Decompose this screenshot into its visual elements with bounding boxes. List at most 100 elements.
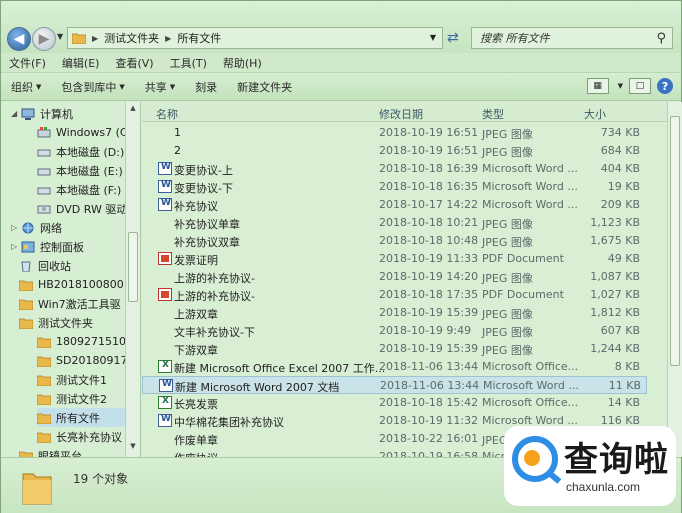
refresh-icon[interactable]: ⇄ — [447, 30, 459, 46]
file-row[interactable]: 发票证明 2018-10-19 11:33 PDF Document 49 KB — [142, 250, 647, 268]
folder-icon — [37, 432, 51, 443]
preview-pane-icon[interactable]: □ — [629, 78, 651, 94]
nav-item-control-panel[interactable]: ▷ 控制面板 — [11, 237, 84, 256]
expand-triangle-icon[interactable]: ▷ — [11, 242, 21, 251]
nav-pane-scrollbar[interactable]: ▲ ▼ — [125, 102, 140, 457]
nav-item-folder[interactable]: 测试文件1 — [37, 370, 107, 389]
logo-url: chaxunla.com — [566, 480, 641, 494]
share-label: 共享 — [144, 81, 167, 94]
nav-item-folder[interactable]: 测试文件2 — [37, 389, 107, 408]
nav-item-folder[interactable]: Win7激活工具驱 — [19, 294, 121, 313]
nav-item-network[interactable]: ▷ 网络 — [11, 218, 62, 237]
column-header-name[interactable]: 名称 — [156, 106, 178, 122]
nav-item-recycle-bin[interactable]: 回收站 — [19, 256, 71, 275]
file-name: 补充协议 — [174, 200, 218, 213]
nav-item-drive-c[interactable]: Windows7 (C: — [37, 123, 131, 142]
file-row[interactable]: 补充协议双章 2018-10-18 10:48 JPEG 图像 1,675 KB — [142, 232, 647, 250]
file-date: 2018-10-19 16:51 — [379, 144, 479, 157]
help-icon[interactable]: ? — [657, 78, 673, 94]
breadcrumb-item[interactable]: 所有文件 — [171, 30, 227, 46]
column-header-size[interactable]: 大小 — [584, 106, 606, 122]
file-type: JPEG 图像 — [482, 308, 533, 321]
search-icon[interactable]: ⚲ — [656, 31, 666, 46]
chevron-down-icon[interactable]: ▼ — [618, 82, 623, 90]
file-row[interactable]: 变更协议-下 2018-10-18 16:35Microsoft Word ...… — [142, 178, 647, 196]
menu-tools[interactable]: 工具(T) — [162, 55, 215, 71]
file-row[interactable]: 上游的补充协议- 2018-10-18 17:35 PDF Document 1,02… — [142, 286, 647, 304]
file-row[interactable]: 上游的补充协议- 2018-10-19 14:20 JPEG 图像 1,087 KB — [142, 268, 647, 286]
file-list-scrollbar[interactable] — [667, 102, 682, 457]
scrollbar-thumb[interactable] — [128, 232, 138, 302]
file-row[interactable]: 补充协议 2018-10-17 14:22Microsoft Word ... 20… — [142, 196, 647, 214]
change-view-icon[interactable]: ▦ — [586, 78, 609, 94]
file-date: 2018-10-19 16:51 — [379, 126, 479, 139]
file-type: JPEG 图像 — [482, 272, 533, 285]
image-file-icon — [158, 126, 172, 139]
file-type: Microsoft Office... — [482, 360, 579, 373]
include-library-label: 包含到库中 — [61, 81, 117, 94]
file-row[interactable]: 变更协议-上 2018-10-18 16:39Microsoft Word ...… — [142, 160, 647, 178]
file-name: 2 — [174, 144, 181, 157]
file-row[interactable]: 2 2018-10-19 16:51 JPEG 图像 684 KB — [142, 142, 647, 160]
file-row[interactable]: 补充协议单章 2018-10-18 10:21 JPEG 图像 1,123 KB — [142, 214, 647, 232]
file-name: 发票证明 — [174, 254, 218, 267]
nav-item-folder[interactable]: 眼镜平台 — [19, 446, 82, 457]
share-button[interactable]: 共享 ▼ — [135, 79, 185, 95]
image-file-icon — [158, 432, 172, 445]
organize-button[interactable]: 组织 ▼ — [1, 79, 51, 95]
nav-item-folder[interactable]: 长亮补充协议 ( — [37, 427, 130, 446]
expand-triangle-icon[interactable]: ◢ — [11, 109, 21, 118]
menu-file[interactable]: 文件(F) — [1, 55, 54, 71]
nav-item-drive-d[interactable]: 本地磁盘 (D:) — [37, 142, 124, 161]
chevron-down-icon[interactable]: ▼ — [430, 33, 436, 42]
burn-button[interactable]: 刻录 — [185, 79, 227, 95]
nav-item-label: SD201809170 — [56, 354, 135, 367]
file-row[interactable]: 新建 Microsoft Office Excel 2007 工作...2018… — [142, 358, 647, 376]
nav-item-label: 长亮补充协议 ( — [56, 430, 130, 444]
file-date: 2018-10-22 16:01 — [379, 432, 479, 445]
include-in-library-button[interactable]: 包含到库中 ▼ — [51, 79, 134, 95]
nav-item-computer[interactable]: ◢ 计算机 — [11, 104, 73, 123]
file-row[interactable]: 下游双章 2018-10-19 15:39 JPEG 图像 1,244 KB — [142, 340, 647, 358]
new-folder-button[interactable]: 新建文件夹 — [227, 79, 302, 95]
file-name: 长亮发票 — [174, 398, 218, 411]
file-size: 8 KB — [614, 360, 640, 373]
search-input[interactable]: 搜索 所有文件 ⚲ — [471, 27, 673, 49]
drive-icon — [37, 149, 51, 156]
file-size: 209 KB — [600, 198, 640, 211]
file-row[interactable]: 新建 Microsoft Word 2007 文档 2018-11-06 13:4… — [142, 376, 647, 394]
file-row[interactable]: 长亮发票 2018-10-18 15:42Microsoft Office... 1… — [142, 394, 647, 412]
nav-item-drive-f[interactable]: 本地磁盘 (F:) — [37, 180, 121, 199]
breadcrumb-item[interactable]: 测试文件夹 — [98, 30, 165, 46]
menu-view[interactable]: 查看(V) — [107, 55, 161, 71]
menu-edit[interactable]: 编辑(E) — [54, 55, 108, 71]
expand-triangle-icon[interactable]: ▷ — [11, 223, 21, 232]
file-row[interactable]: 文丰补充协议-下 2018-10-19 9:49 JPEG 图像 607 KB — [142, 322, 647, 340]
file-name: 变更协议-下 — [174, 182, 233, 195]
column-header-date[interactable]: 修改日期 — [379, 106, 423, 122]
scrollbar-thumb[interactable] — [670, 116, 680, 366]
command-toolbar: 组织 ▼ 包含到库中 ▼ 共享 ▼ 刻录 新建文件夹 ▦ ▼ □ ? — [1, 74, 681, 101]
nav-item-label: 回收站 — [38, 259, 71, 273]
menu-help[interactable]: 帮助(H) — [215, 55, 270, 71]
scroll-down-icon[interactable]: ▼ — [128, 442, 138, 454]
forward-button[interactable]: ▶ — [32, 27, 56, 51]
column-header-type[interactable]: 类型 — [482, 106, 504, 122]
nav-item-dvd[interactable]: DVD RW 驱动 — [37, 199, 127, 218]
nav-item-test-folder[interactable]: 测试文件夹 — [19, 313, 93, 332]
nav-item-label: DVD RW 驱动 — [56, 202, 128, 216]
nav-item-drive-e[interactable]: 本地磁盘 (E:) — [37, 161, 123, 180]
toolbar-right-controls: ▦ ▼ □ ? — [586, 78, 673, 94]
file-name: 新建 Microsoft Word 2007 文档 — [175, 381, 340, 394]
nav-item-label: 测试文件1 — [56, 373, 107, 387]
recent-pages-dropdown-icon[interactable]: ▼ — [57, 32, 63, 41]
back-button[interactable]: ◀ — [7, 27, 31, 51]
address-box[interactable]: ▶ 测试文件夹 ▶ 所有文件 ▼ — [67, 27, 443, 49]
nav-item-folder[interactable]: HB2018100800 — [19, 275, 124, 294]
file-row[interactable]: 上游双章 2018-10-19 15:39 JPEG 图像 1,812 KB — [142, 304, 647, 322]
nav-item-folder[interactable]: SD201809170 — [37, 351, 134, 370]
nav-item-all-files[interactable]: 所有文件 — [37, 408, 125, 427]
file-size: 734 KB — [600, 126, 640, 139]
file-row[interactable]: 1 2018-10-19 16:51 JPEG 图像 734 KB — [142, 124, 647, 142]
scroll-up-icon[interactable]: ▲ — [128, 104, 138, 116]
